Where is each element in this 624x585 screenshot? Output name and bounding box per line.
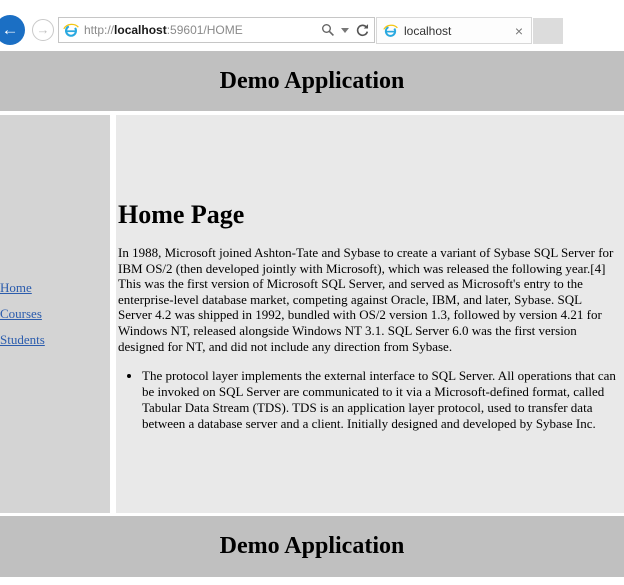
tab-close-icon[interactable]: × (513, 24, 525, 38)
tab-title: localhost (404, 23, 452, 38)
address-bar-tools (321, 23, 370, 38)
address-bar[interactable]: http://localhost:59601/HOME (58, 17, 375, 43)
sidebar: Home Courses Students (0, 115, 110, 513)
app-title: Demo Application (219, 68, 405, 94)
main-content: Home Page In 1988, Microsoft joined Asht… (116, 115, 624, 513)
browser-chrome: ← → http://localhost:59601/HOME localhos… (0, 0, 624, 45)
intro-paragraph: In 1988, Microsoft joined Ashton-Tate an… (118, 245, 614, 354)
url-host: localhost (114, 23, 167, 37)
list-item: The protocol layer implements the extern… (142, 368, 616, 432)
footer-app-title: Demo Application (219, 533, 405, 559)
back-button[interactable]: ← (0, 15, 25, 45)
sidebar-link-home[interactable]: Home (0, 280, 110, 296)
ie-logo-icon (63, 22, 79, 38)
url-scheme: http:// (84, 23, 115, 37)
url-path: :59601/HOME (166, 23, 243, 37)
page-title: Home Page (118, 200, 245, 229)
forward-arrow-icon: → (36, 22, 50, 37)
url-text: http://localhost:59601/HOME (84, 23, 321, 37)
new-tab-button[interactable] (533, 18, 563, 44)
back-arrow-icon: ← (1, 20, 19, 39)
browser-tab-localhost[interactable]: localhost × (376, 17, 532, 44)
sidebar-link-students[interactable]: Students (0, 332, 110, 348)
tab-favicon-ie-icon (383, 23, 398, 38)
chevron-down-icon[interactable] (341, 27, 349, 33)
footer-banner: Demo Application (0, 516, 624, 577)
page-layout: Home Courses Students Home Page In 1988,… (0, 115, 624, 513)
search-icon[interactable] (321, 23, 335, 37)
refresh-icon[interactable] (355, 23, 370, 38)
sidebar-link-courses[interactable]: Courses (0, 306, 110, 322)
forward-button[interactable]: → (32, 19, 54, 41)
bullet-list: The protocol layer implements the extern… (118, 368, 616, 432)
header-banner: Demo Application (0, 51, 624, 111)
